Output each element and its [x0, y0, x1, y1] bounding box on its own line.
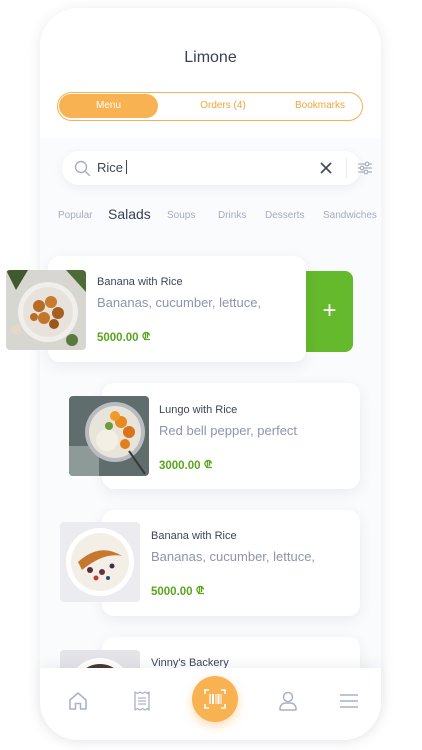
item-price: 5000.00	[97, 331, 151, 344]
lari-icon	[142, 331, 150, 341]
search-icon	[74, 160, 91, 177]
scan-icon	[204, 689, 226, 709]
item-name: Banana with Rice	[97, 276, 183, 288]
close-icon[interactable]	[320, 162, 332, 174]
menu-item-card[interactable]: Banana with Rice Bananas, cucumber, lett…	[102, 510, 360, 616]
filter-icon[interactable]	[357, 161, 373, 175]
category-popular[interactable]: Popular	[58, 210, 92, 221]
menu-icon[interactable]	[338, 690, 360, 712]
home-icon[interactable]	[67, 690, 89, 712]
item-description: Bananas, cucumber, lettuce,	[97, 295, 262, 310]
item-name: Lungo with Rice	[159, 404, 238, 416]
search-input[interactable]: Rice	[97, 160, 128, 175]
category-drinks[interactable]: Drinks	[218, 210, 246, 221]
category-soups[interactable]: Soups	[167, 210, 195, 221]
curry-rice-image	[69, 396, 149, 476]
category-desserts[interactable]: Desserts	[265, 210, 304, 221]
menu-item-card[interactable]: Banana with Rice Bananas, cucumber, lett…	[48, 256, 306, 362]
bottom-nav	[40, 668, 381, 740]
item-price-value: 5000.00	[151, 586, 193, 598]
item-photo	[69, 396, 149, 476]
receipt-icon[interactable]	[131, 690, 153, 712]
tab-menu[interactable]: Menu	[59, 94, 158, 118]
phone-frame: Limone Menu Orders (4) Bookmarks Rice	[40, 8, 381, 740]
scan-button[interactable]	[192, 676, 238, 722]
item-name: Banana with Rice	[151, 530, 237, 542]
item-description: Bananas, cucumber, lettuce,	[151, 549, 316, 564]
item-photo	[6, 270, 86, 350]
lari-icon	[196, 585, 204, 595]
category-sandwiches[interactable]: Sandwiches	[323, 210, 377, 221]
tab-bookmarks[interactable]: Bookmarks	[280, 93, 360, 119]
potatoes-bowl-image	[6, 270, 86, 350]
add-to-cart-button[interactable]: +	[306, 271, 353, 352]
search-divider	[346, 158, 347, 178]
item-photo	[60, 522, 140, 602]
category-tabs: Popular Salads Soups Drinks Desserts San…	[0, 200, 422, 226]
item-description: Red bell pepper, perfect	[159, 423, 298, 438]
app-title: Limone	[184, 49, 237, 66]
search-value: Rice	[97, 160, 124, 175]
text-caret	[126, 160, 128, 174]
category-salads[interactable]: Salads	[108, 206, 151, 222]
tab-orders[interactable]: Orders (4)	[168, 93, 278, 119]
item-price-value: 5000.00	[97, 332, 139, 344]
item-price: 3000.00	[159, 459, 213, 472]
plus-icon: +	[322, 297, 337, 324]
header: Limone Menu Orders (4) Bookmarks	[40, 8, 381, 138]
banana-bowl-image	[60, 522, 140, 602]
search-bar[interactable]: Rice	[62, 151, 372, 185]
profile-icon[interactable]	[277, 690, 299, 712]
lari-icon	[204, 459, 212, 469]
item-price: 5000.00	[151, 585, 205, 598]
segment-control: Menu Orders (4) Bookmarks	[57, 92, 363, 121]
item-price-value: 3000.00	[159, 460, 201, 472]
